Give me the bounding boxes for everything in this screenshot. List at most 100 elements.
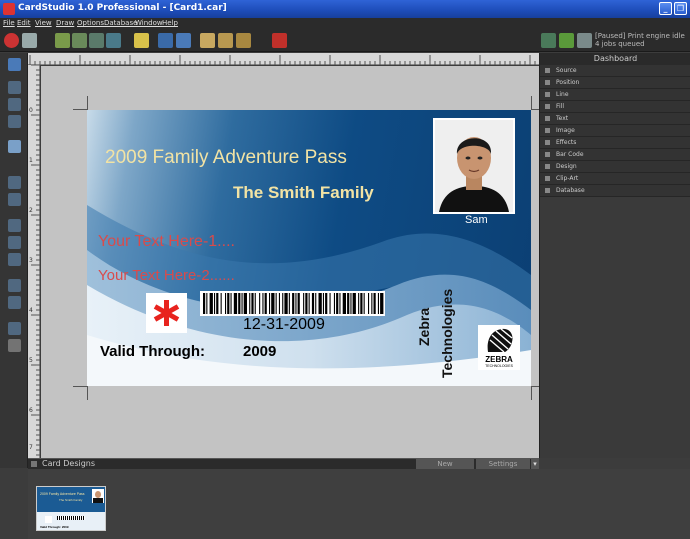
dashboard-item-database[interactable]: Database: [540, 185, 690, 197]
print-status: [Paused] Print engine idle 4 jobs queued: [595, 32, 685, 48]
image-tool-icon[interactable]: [8, 176, 21, 189]
stop-icon[interactable]: [577, 33, 592, 48]
dashboard-item-label: Source: [556, 67, 577, 74]
valid-through-label[interactable]: Valid Through:: [100, 343, 205, 360]
menu-edit[interactable]: Edit: [17, 19, 31, 27]
align-left-icon[interactable]: [200, 33, 215, 48]
zebra-logo[interactable]: ZEBRA TECHNOLOGIES: [478, 325, 520, 370]
ellipse-tool-icon[interactable]: [8, 115, 21, 128]
photo-frame[interactable]: [433, 118, 515, 214]
dashboard-item-label: Position: [556, 79, 580, 86]
dashboard-item-design[interactable]: Design: [540, 161, 690, 173]
crop-mark: [73, 109, 87, 110]
rectangle-tool-icon[interactable]: [8, 98, 21, 111]
dashboard-title: Dashboard: [540, 53, 690, 65]
dashboard-item-image[interactable]: Image: [540, 125, 690, 137]
card-design-thumbnail[interactable]: 2009 Family Adventure Pass The Smith Fam…: [36, 486, 106, 531]
menu-database[interactable]: Database: [104, 19, 137, 27]
preview-icon[interactable]: [106, 33, 121, 48]
zebra-head-icon: [487, 328, 513, 353]
card-designs-header: Card Designs New Settings ▾: [28, 458, 539, 469]
play-icon[interactable]: [559, 33, 574, 48]
print-engine-icon[interactable]: [541, 33, 556, 48]
barcode[interactable]: [200, 291, 385, 316]
custom-text-2[interactable]: Your Text Here-2......: [98, 267, 235, 284]
title-bar: CardStudio 1.0 Professional - [Card1.car…: [0, 0, 690, 18]
expand-icon: [545, 92, 550, 97]
settings-button[interactable]: Settings: [476, 459, 530, 469]
ruler-label: 0: [29, 107, 33, 114]
dashboard-item-barcode[interactable]: Bar Code: [540, 149, 690, 161]
menu-options[interactable]: Options: [77, 19, 104, 27]
delete-icon[interactable]: [272, 33, 287, 48]
barcode-bars: [203, 293, 384, 314]
layers-icon[interactable]: [158, 33, 173, 48]
zoom-out-tool-icon[interactable]: [8, 296, 21, 309]
expand-icon: [545, 128, 550, 133]
barcode-tool-icon[interactable]: [8, 219, 21, 232]
photo-tool-icon[interactable]: [8, 193, 21, 206]
align-center-icon[interactable]: [218, 33, 233, 48]
thumb-family: The Smith Family: [59, 498, 83, 502]
dashboard-item-fill[interactable]: Fill: [540, 101, 690, 113]
dashboard-item-source[interactable]: Source: [540, 65, 690, 77]
new-design-button[interactable]: New: [416, 459, 474, 469]
brand-zebra-vertical[interactable]: Zebra: [416, 308, 432, 346]
dashboard-item-position[interactable]: Position: [540, 77, 690, 89]
crop-mark: [531, 109, 539, 110]
card-designs-title: Card Designs: [42, 459, 96, 468]
collapse-icon[interactable]: [31, 461, 37, 467]
restore-button[interactable]: ❐: [674, 2, 687, 15]
menu-view[interactable]: View: [35, 19, 52, 27]
logo-text: ZEBRA: [485, 355, 513, 364]
select-tool-icon[interactable]: [8, 58, 21, 71]
card-title[interactable]: 2009 Family Adventure Pass: [105, 147, 347, 169]
grid-icon[interactable]: [134, 33, 149, 48]
custom-text-1[interactable]: Your Text Here-1....: [98, 233, 235, 251]
dashboard-item-label: Clip-Art: [556, 175, 579, 182]
ruler-label: 6: [29, 407, 33, 414]
barcode-date[interactable]: 12-31-2009: [243, 316, 325, 334]
logo-icon[interactable]: [4, 33, 19, 48]
brand-technologies-vertical[interactable]: Technologies: [439, 289, 455, 378]
logo-box[interactable]: [146, 293, 187, 333]
dashboard-item-line[interactable]: Line: [540, 89, 690, 101]
dropdown-arrow-icon[interactable]: ▾: [531, 459, 539, 469]
dashboard-item-label: Effects: [556, 139, 577, 146]
dashboard-item-text[interactable]: Text: [540, 113, 690, 125]
card-family-name[interactable]: The Smith Family: [233, 183, 374, 203]
settings-tool-icon[interactable]: [8, 339, 21, 352]
dashboard-item-effects[interactable]: Effects: [540, 137, 690, 149]
zoom-in-tool-icon[interactable]: [8, 279, 21, 292]
ruler-label: 1: [29, 157, 33, 164]
menu-window[interactable]: Window: [135, 19, 163, 27]
print-icon[interactable]: [89, 33, 104, 48]
line-tool-icon[interactable]: [8, 81, 21, 94]
expand-icon: [545, 68, 550, 73]
save-icon[interactable]: [72, 33, 87, 48]
menu-draw[interactable]: Draw: [56, 19, 74, 27]
crop-mark: [531, 386, 539, 387]
thumb-barcode: [57, 516, 85, 520]
menu-help[interactable]: Help: [162, 19, 178, 27]
star-icon: [153, 300, 180, 326]
align-right-icon[interactable]: [236, 33, 251, 48]
main-toolbar: [Paused] Print engine idle 4 jobs queued: [0, 30, 690, 52]
text-tool-icon[interactable]: [8, 140, 21, 153]
new-icon[interactable]: [22, 33, 37, 48]
window-title: CardStudio 1.0 Professional - [Card1.car…: [18, 3, 227, 13]
valid-through-year[interactable]: 2009: [243, 343, 276, 360]
expand-icon: [545, 80, 550, 85]
dashboard-item-clipart[interactable]: Clip-Art: [540, 173, 690, 185]
minimize-button[interactable]: _: [659, 2, 672, 15]
id-card[interactable]: 2009 Family Adventure Pass The Smith Fam…: [87, 110, 531, 386]
arrange-icon[interactable]: [176, 33, 191, 48]
clipart-tool-icon[interactable]: [8, 236, 21, 249]
database-tool-icon[interactable]: [8, 253, 21, 266]
pan-tool-icon[interactable]: [8, 322, 21, 335]
vertical-ruler-ticks: 0 1 2 3 4 5 6 7: [29, 64, 40, 456]
photo-name[interactable]: Sam: [465, 214, 488, 226]
menu-file[interactable]: File: [3, 19, 15, 27]
dashboard-item-label: Line: [556, 91, 569, 98]
open-icon[interactable]: [55, 33, 70, 48]
